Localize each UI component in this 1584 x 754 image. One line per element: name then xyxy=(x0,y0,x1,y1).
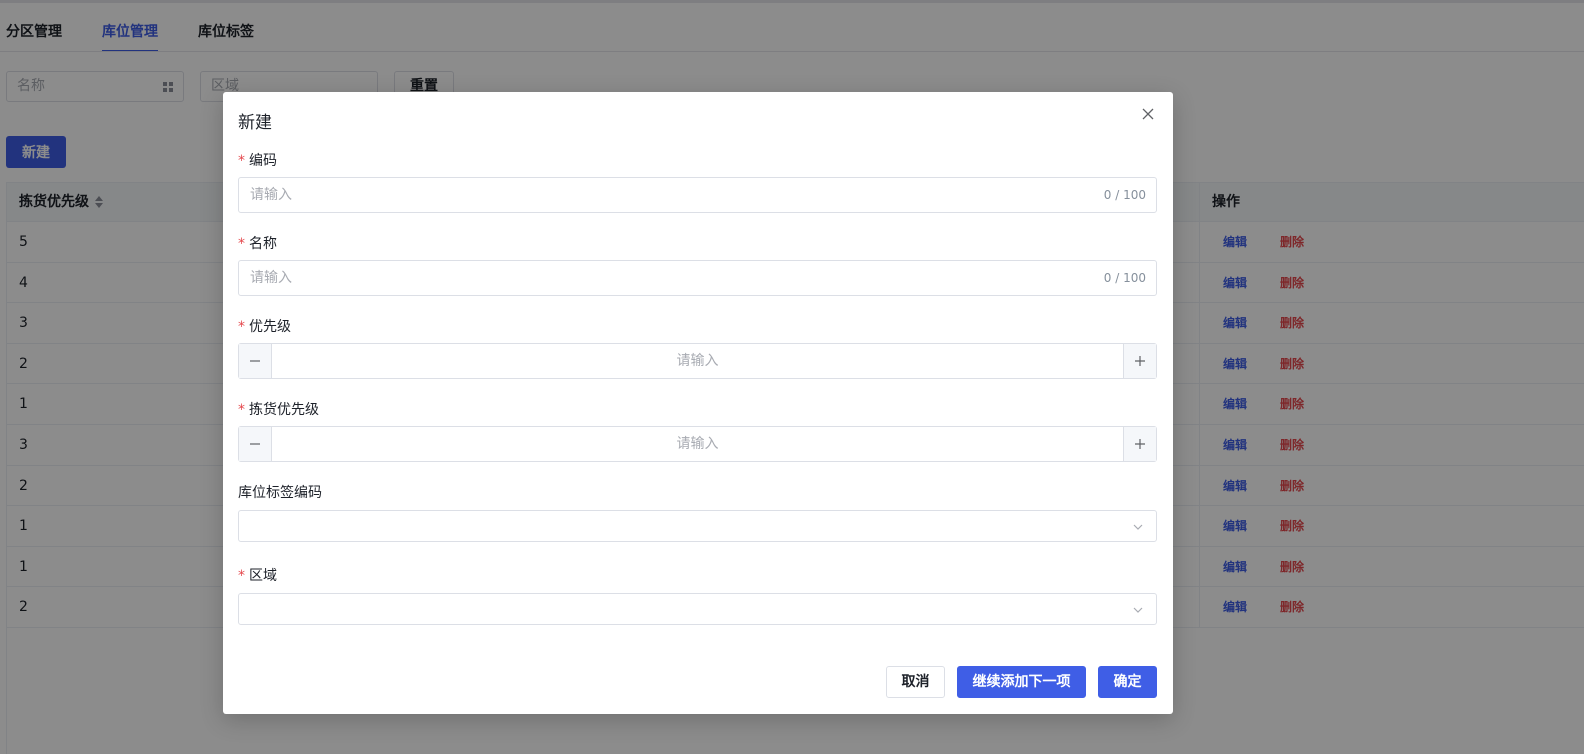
priority-decrement-button[interactable] xyxy=(239,344,272,378)
required-mark: * xyxy=(238,568,245,584)
pick-priority-stepper[interactable]: 请输入 xyxy=(238,426,1157,462)
priority-label: * 优先级 xyxy=(238,319,291,335)
name-placeholder: 请输入 xyxy=(250,270,292,286)
pick-priority-decrement-button[interactable] xyxy=(239,427,272,461)
code-input[interactable]: 请输入 0 / 100 xyxy=(238,177,1157,213)
plus-icon xyxy=(1135,356,1145,366)
name-input[interactable]: 请输入 0 / 100 xyxy=(238,260,1157,296)
priority-placeholder: 请输入 xyxy=(676,353,719,369)
required-mark: * xyxy=(238,153,245,169)
tag-code-select[interactable] xyxy=(238,510,1157,542)
name-char-count: 0 / 100 xyxy=(1103,271,1146,285)
required-mark: * xyxy=(238,236,245,252)
dialog-title: 新建 xyxy=(238,113,272,133)
priority-stepper[interactable]: 请输入 xyxy=(238,343,1157,379)
chevron-down-icon xyxy=(1133,524,1143,530)
code-placeholder: 请输入 xyxy=(250,187,292,203)
required-mark: * xyxy=(238,319,245,335)
tag-code-label: 库位标签编码 xyxy=(238,485,322,501)
minus-icon xyxy=(250,443,260,445)
area-label: * 区域 xyxy=(238,568,277,584)
confirm-button[interactable]: 确定 xyxy=(1098,666,1157,698)
priority-increment-button[interactable] xyxy=(1123,344,1156,378)
close-icon[interactable] xyxy=(1140,106,1156,122)
required-mark: * xyxy=(238,402,245,418)
area-select[interactable] xyxy=(238,593,1157,625)
pick-priority-increment-button[interactable] xyxy=(1123,427,1156,461)
chevron-down-icon xyxy=(1133,607,1143,613)
code-label: * 编码 xyxy=(238,153,277,169)
minus-icon xyxy=(250,360,260,362)
pick-priority-placeholder: 请输入 xyxy=(676,436,719,452)
plus-icon xyxy=(1135,439,1145,449)
name-label: * 名称 xyxy=(238,236,277,252)
cancel-button[interactable]: 取消 xyxy=(886,666,945,698)
continue-add-button[interactable]: 继续添加下一项 xyxy=(957,666,1086,698)
new-location-dialog: 新建 * 编码 请输入 0 / 100 * 名称 请输入 0 / 100 * 优先级 … xyxy=(223,92,1173,714)
code-char-count: 0 / 100 xyxy=(1103,188,1146,202)
pick-priority-label: * 拣货优先级 xyxy=(238,402,319,418)
